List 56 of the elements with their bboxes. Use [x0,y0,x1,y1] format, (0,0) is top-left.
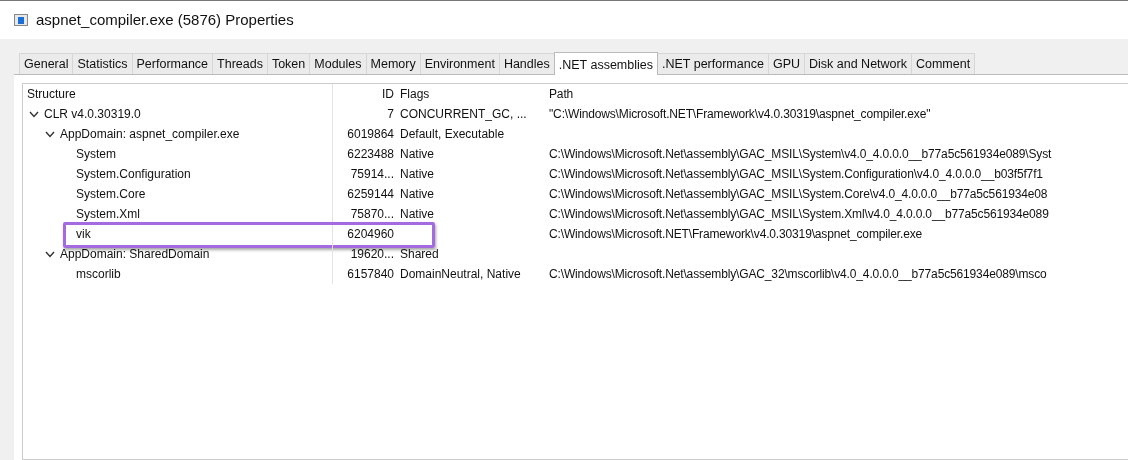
tree-item-label: System [76,146,116,163]
path-cell: C:\Windows\Microsoft.NET\Framework\v4.0.30319\aspnet_compiler.exe [549,227,923,241]
column-header[interactable]: ID [382,87,394,101]
tree-item-label: CLR v4.0.30319.0 [44,106,141,123]
tab[interactable]: Memory [365,53,421,74]
chevron-down-icon[interactable] [29,110,39,118]
tab[interactable]: .NET performance [657,53,769,74]
flags-cell: Shared [400,247,439,261]
tree-item-label: mscorlib [76,266,121,283]
tab[interactable]: Comment [910,53,976,74]
tab[interactable]: Performance [131,53,214,74]
tab[interactable]: Disk and Network [804,53,912,74]
window-title: aspnet_compiler.exe (5876) Properties [36,9,294,30]
path-cell: C:\Windows\Microsoft.Net\assembly\GAC_MSIL\System\v4.0_4.0.0.0__b77a5c561934e089\Syst [549,147,1052,161]
path-cell: C:\Windows\Microsoft.Net\assembly\GAC_MSIL\System.Configuration\v4.0_4.0.0.0__b03f5f7f1 [549,167,1043,181]
id-cell: 75914... [350,167,394,181]
tree-item-label: AppDomain: SharedDomain [60,246,210,263]
id-cell: 6204960 [347,227,394,241]
id-cell: 75870... [350,207,394,221]
tab[interactable]: Threads [212,53,268,74]
column-header[interactable]: Flags [400,87,430,101]
tree-item-label: System.Xml [76,206,140,223]
tab[interactable]: Statistics [72,53,133,74]
tab[interactable]: Environment [419,53,500,74]
flags-cell: CONCURRENT_GC, ... [400,107,527,121]
tree-item-label: AppDomain: aspnet_compiler.exe [60,126,240,143]
window-icon [14,14,28,26]
chevron-down-icon[interactable] [45,130,55,138]
tree-item-label: System.Configuration [76,166,191,183]
flags-cell: DomainNeutral, Native [400,267,521,281]
flags-cell: Native [400,147,434,161]
flags-cell: Native [400,207,434,221]
flags-cell: Default, Executable [400,127,505,141]
column-header[interactable]: Path [549,87,574,101]
path-cell: C:\Windows\Microsoft.Net\assembly\GAC_32\mscorlib\v4.0_4.0.0.0__b77a5c561934e089\msco [549,267,1047,281]
tree-item-label: System.Core [76,186,146,203]
tab[interactable]: Token [266,53,311,74]
tab[interactable]: Modules [309,53,367,74]
id-cell: 19620... [350,247,394,261]
tree-item-label: vik [76,226,91,243]
id-cell: 6157840 [347,267,394,281]
tab[interactable]: Handles [498,53,555,74]
tab[interactable]: GPU [767,53,805,74]
tab[interactable]: General [19,53,74,74]
path-cell: "C:\Windows\Microsoft.NET\Framework\v4.0.30319\aspnet_compiler.exe" [549,107,931,121]
tab[interactable]: .NET assemblies [553,52,658,75]
flags-cell: Native [400,167,434,181]
id-cell: 6019864 [347,127,394,141]
chevron-down-icon[interactable] [45,250,55,258]
path-cell: C:\Windows\Microsoft.Net\assembly\GAC_MSIL\System.Xml\v4.0_4.0.0.0__b77a5c561934e089 [549,207,1049,221]
id-cell: 6259144 [347,187,394,201]
column-header[interactable]: Structure [23,84,76,104]
path-cell: C:\Windows\Microsoft.Net\assembly\GAC_MSIL\System.Core\v4.0_4.0.0.0__b77a5c561934e08 [549,187,1048,201]
id-cell: 6223488 [347,147,394,161]
flags-cell: Native [400,187,434,201]
id-cell: 7 [387,107,394,121]
